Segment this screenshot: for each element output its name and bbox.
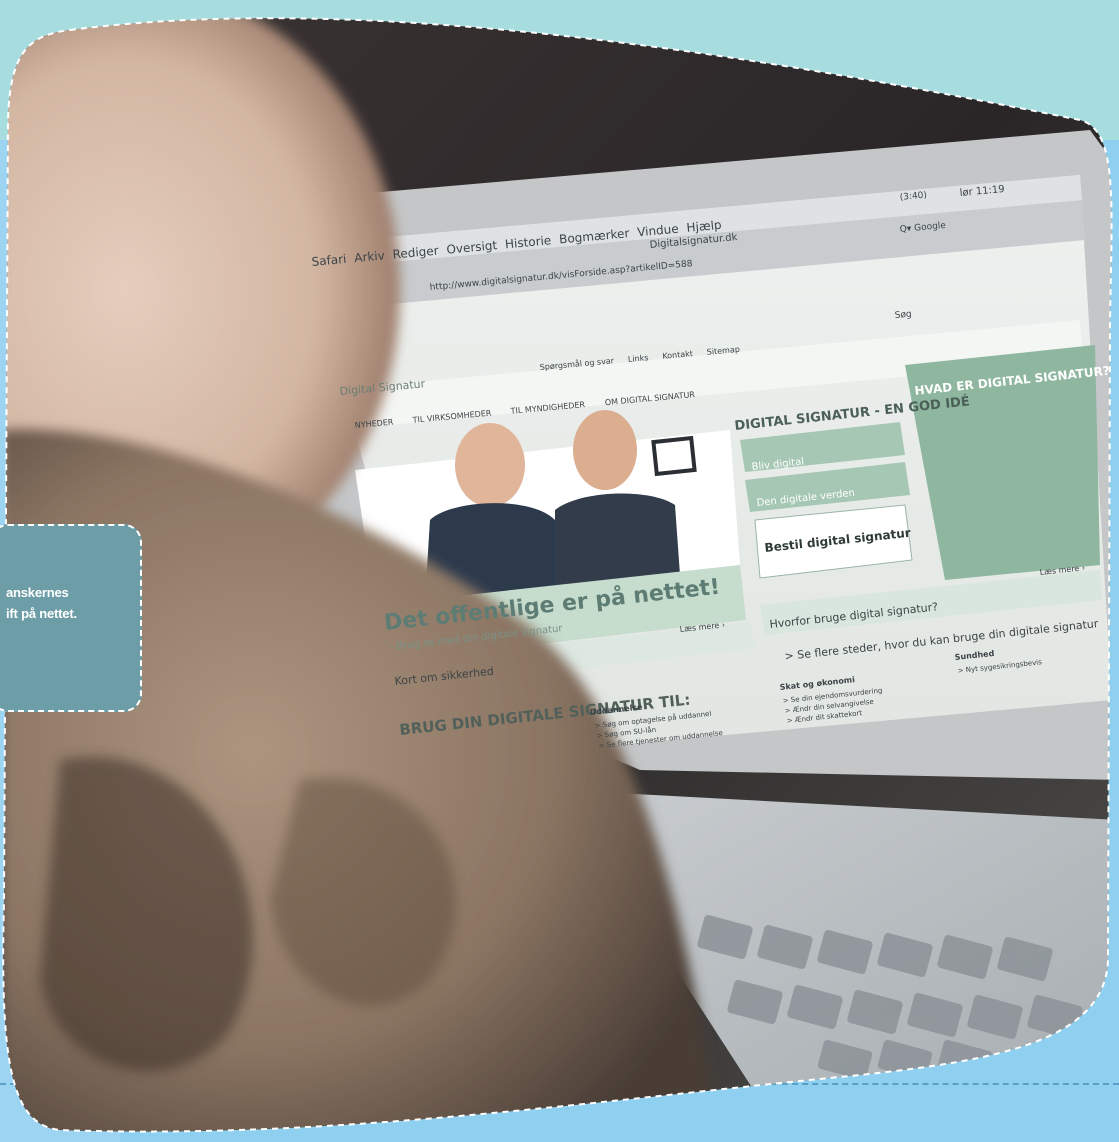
info-callout: anskernes ift på nettet. [0,524,142,712]
callout-line-2: ift på nettet. [6,606,77,621]
search-label: Søg [894,309,912,320]
callout-line-1: anskernes [6,585,69,600]
laptop-photo: Safari Arkiv Rediger Oversigt Historie Bogmær… [2,17,1113,1133]
callout-text: anskernes ift på nettet. [6,582,136,624]
